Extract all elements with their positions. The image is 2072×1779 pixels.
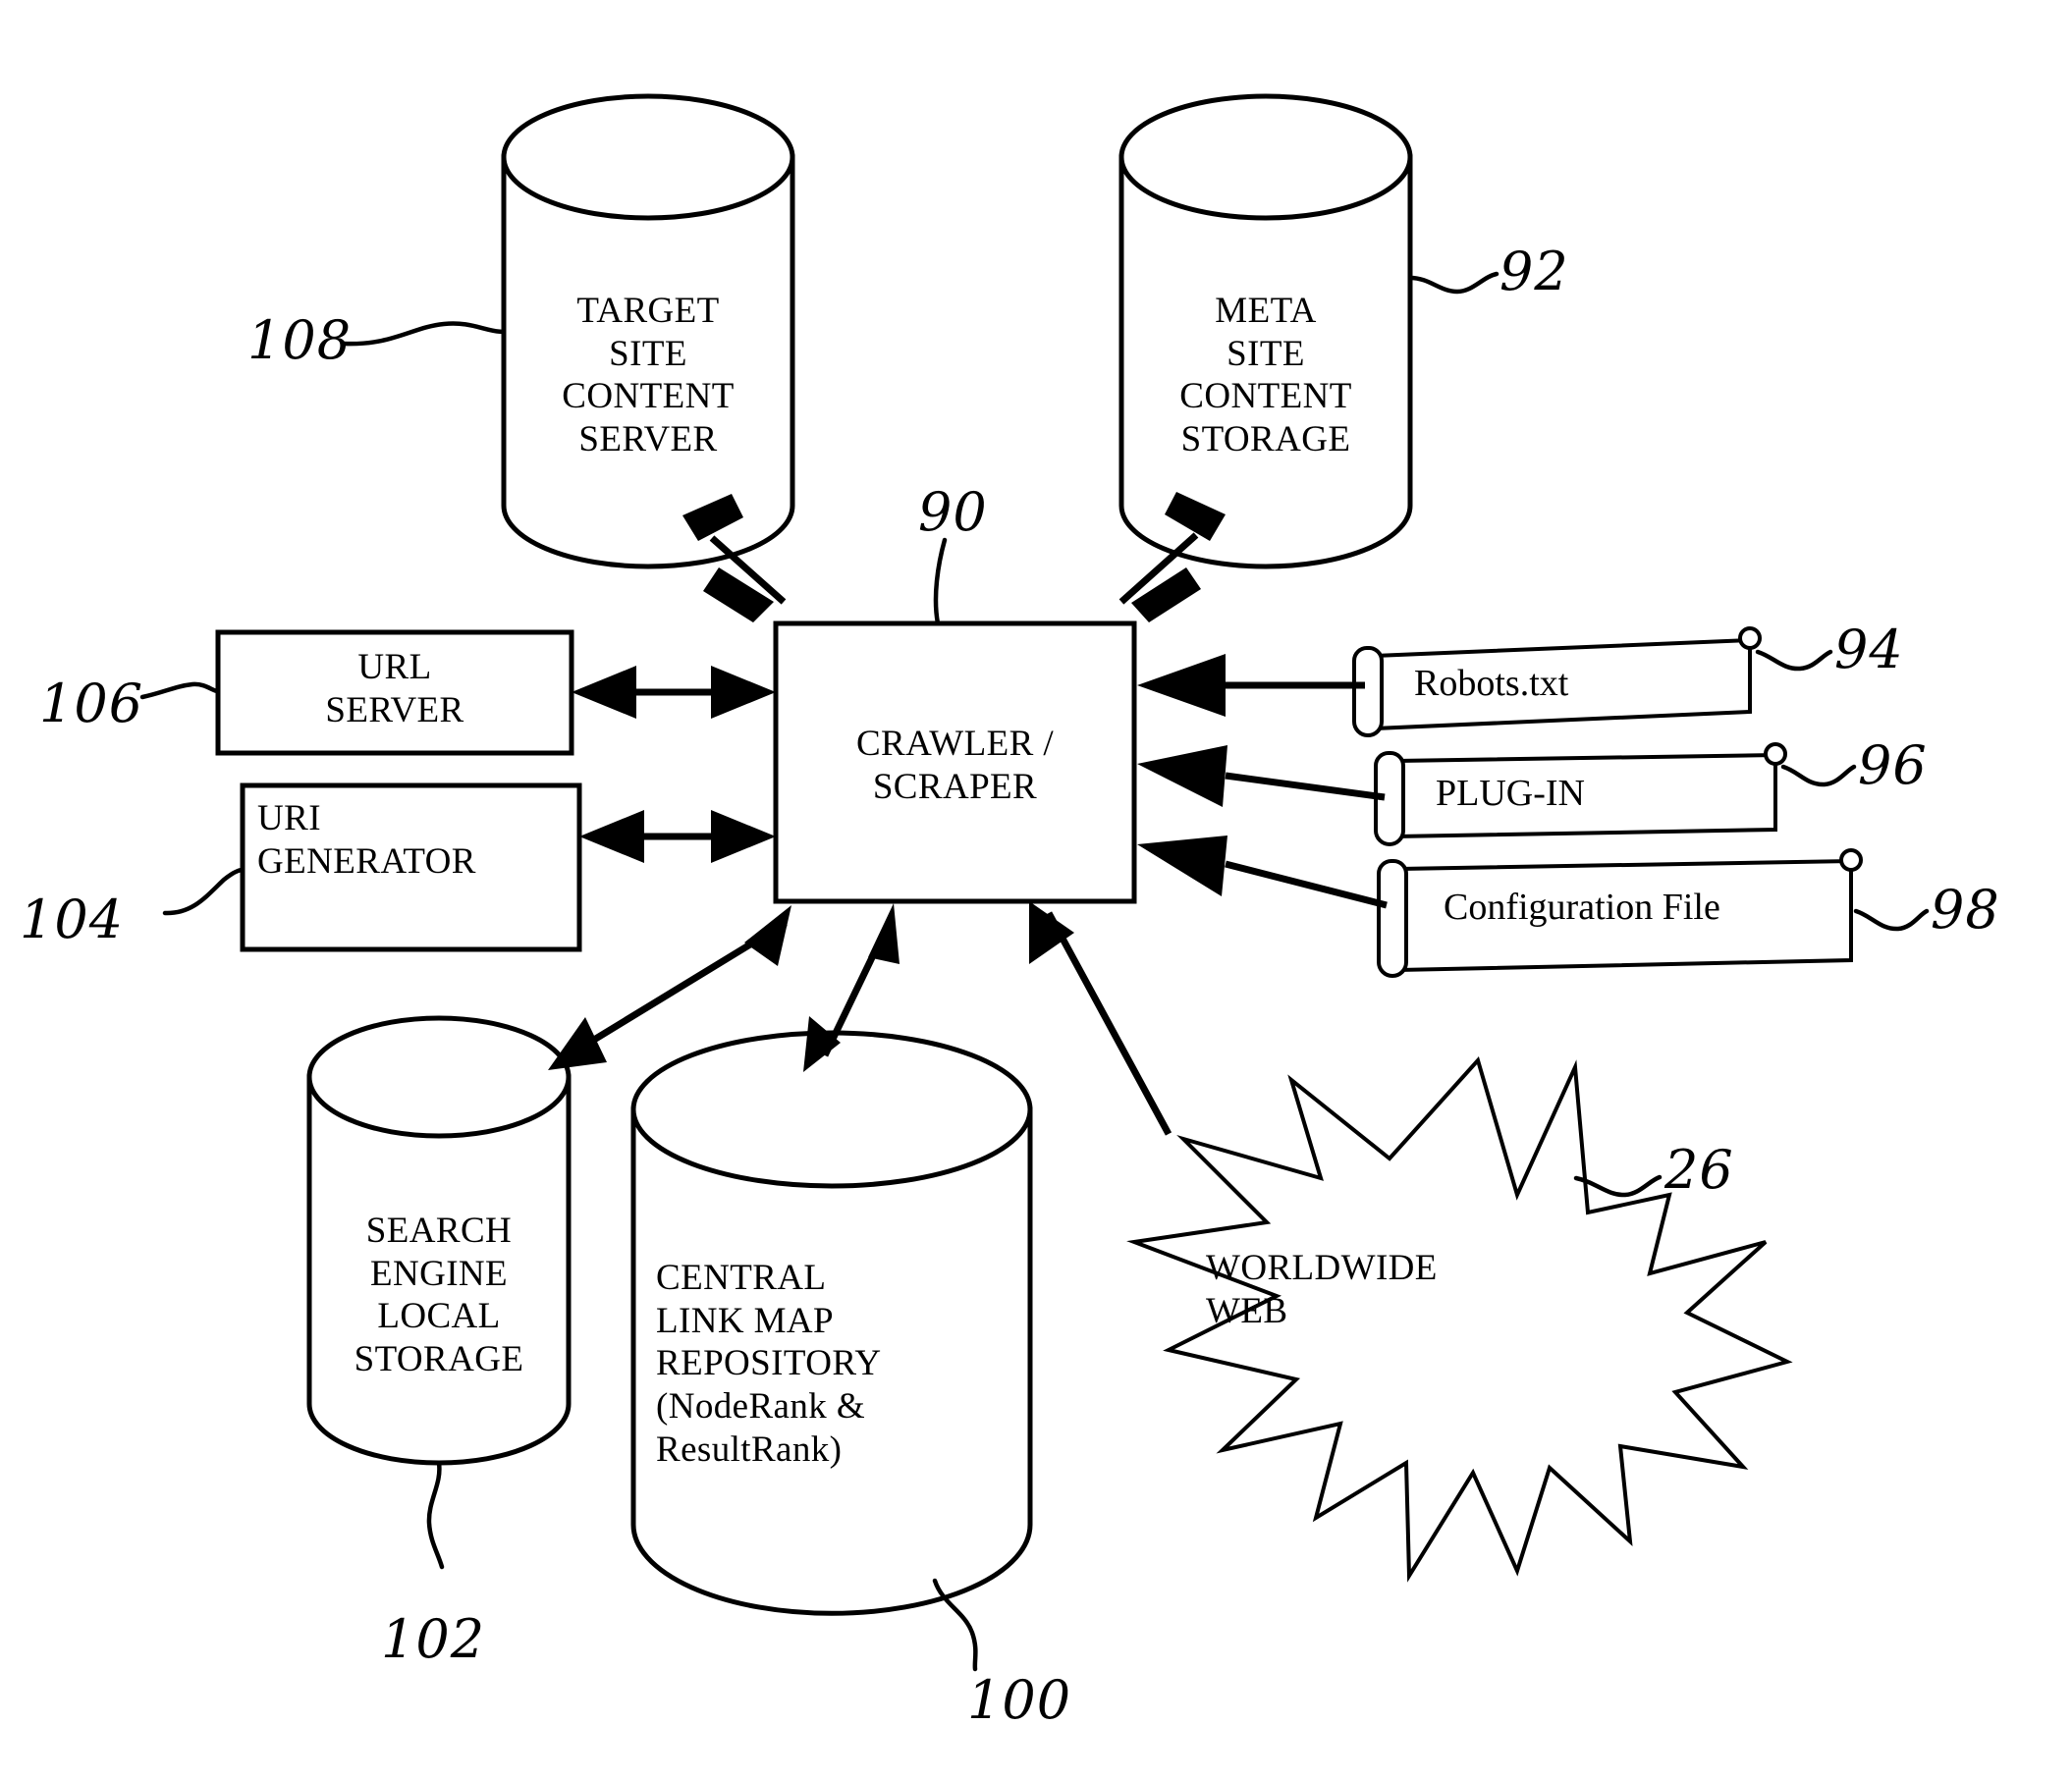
node-uri-generator-shape — [240, 782, 582, 952]
connector-crawler-to-uri-generator — [579, 810, 776, 863]
node-target-site-content-server-shape — [501, 93, 795, 569]
leader-94 — [1755, 649, 1833, 672]
node-meta-site-content-storage-shape — [1118, 93, 1413, 569]
node-label-plug-in: PLUG-IN — [1436, 773, 1585, 814]
figure-canvas — [139, 93, 1930, 1672]
connector-worldwide-web-to-crawler — [1029, 901, 1172, 1136]
leader-98 — [1853, 908, 1930, 932]
connector-configuration-file-to-crawler — [1137, 836, 1388, 909]
connector-crawler-to-url-server — [572, 666, 776, 719]
leader-104 — [162, 867, 245, 916]
node-central-link-map-repository-shape — [630, 1030, 1033, 1616]
node-crawler-scraper-shape — [773, 620, 1137, 904]
node-search-engine-local-storage-shape — [306, 1015, 572, 1466]
leader-96 — [1780, 764, 1857, 787]
leader-92 — [1407, 271, 1499, 295]
patent-figure: TARGET SITE CONTENT SERVER META SITE CON… — [0, 0, 2072, 1779]
leader-108 — [341, 321, 507, 347]
node-worldwide-web-shape — [1126, 1055, 1793, 1583]
leader-26 — [1573, 1174, 1663, 1198]
node-url-server-shape — [215, 629, 574, 756]
connector-plug-in-to-crawler — [1137, 745, 1386, 807]
node-label-robots-txt: Robots.txt — [1414, 663, 1569, 704]
leader-106 — [139, 681, 221, 700]
leader-102 — [426, 1460, 445, 1570]
connector-robots-txt-to-crawler — [1137, 654, 1365, 717]
leader-90 — [933, 537, 948, 626]
node-label-configuration-file: Configuration File — [1444, 887, 1720, 928]
